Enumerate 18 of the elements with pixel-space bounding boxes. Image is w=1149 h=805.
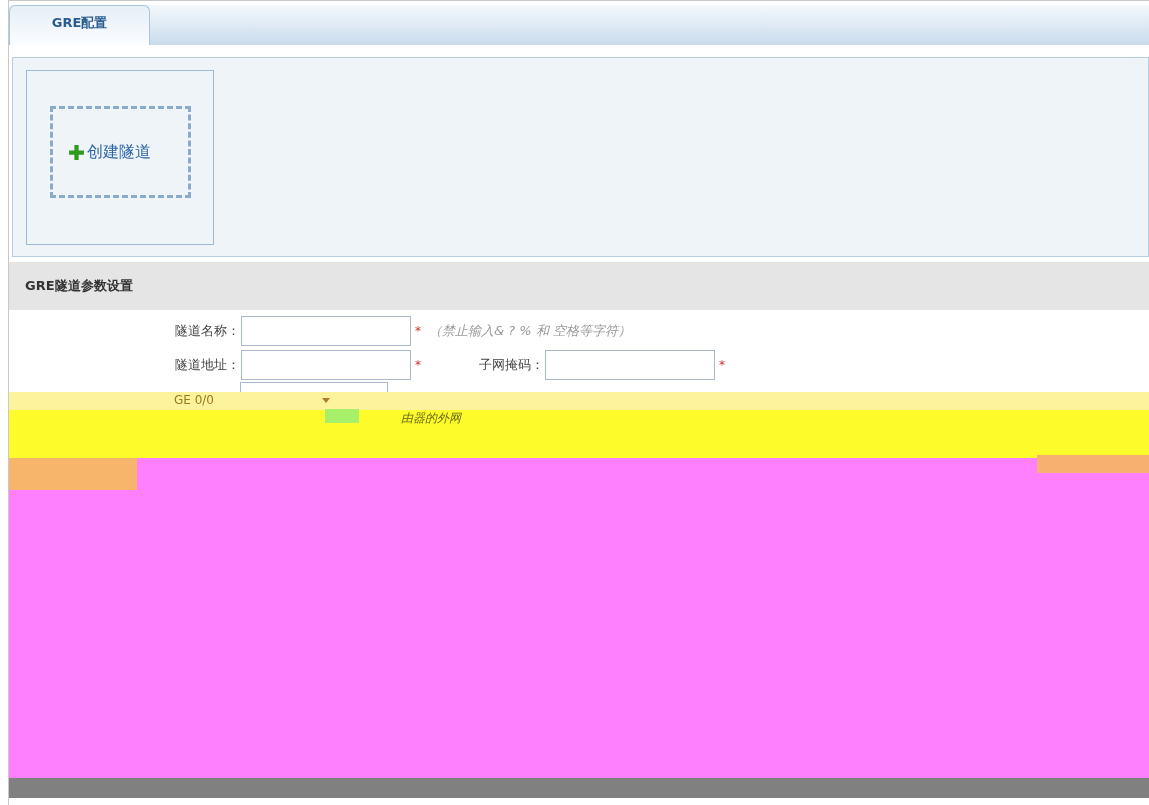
required-mark: * xyxy=(415,324,422,338)
create-tunnel-button[interactable]: 创建隧道 xyxy=(50,106,191,198)
hint-text: （禁止输入& ? % 和 空格等字符） xyxy=(429,322,631,340)
plus-icon xyxy=(68,143,85,161)
input-field[interactable] xyxy=(241,350,411,380)
required-mark: * xyxy=(415,358,422,372)
input-field[interactable] xyxy=(545,350,715,380)
section-title: GRE隧道参数设置 xyxy=(25,277,133,295)
tab[interactable]: GRE配置 xyxy=(9,5,150,45)
required-mark: * xyxy=(719,358,726,372)
input-field[interactable] xyxy=(241,316,411,346)
caret-icon xyxy=(322,398,330,403)
field-label: 隧道地址： xyxy=(174,356,241,374)
hint-text: 由器的外网 xyxy=(401,410,461,427)
field-label: 隧道名称： xyxy=(174,322,241,340)
select-field[interactable] xyxy=(240,382,388,392)
select-value: GE 0/0 xyxy=(174,393,214,407)
field-label: 子网掩码： xyxy=(479,356,545,374)
